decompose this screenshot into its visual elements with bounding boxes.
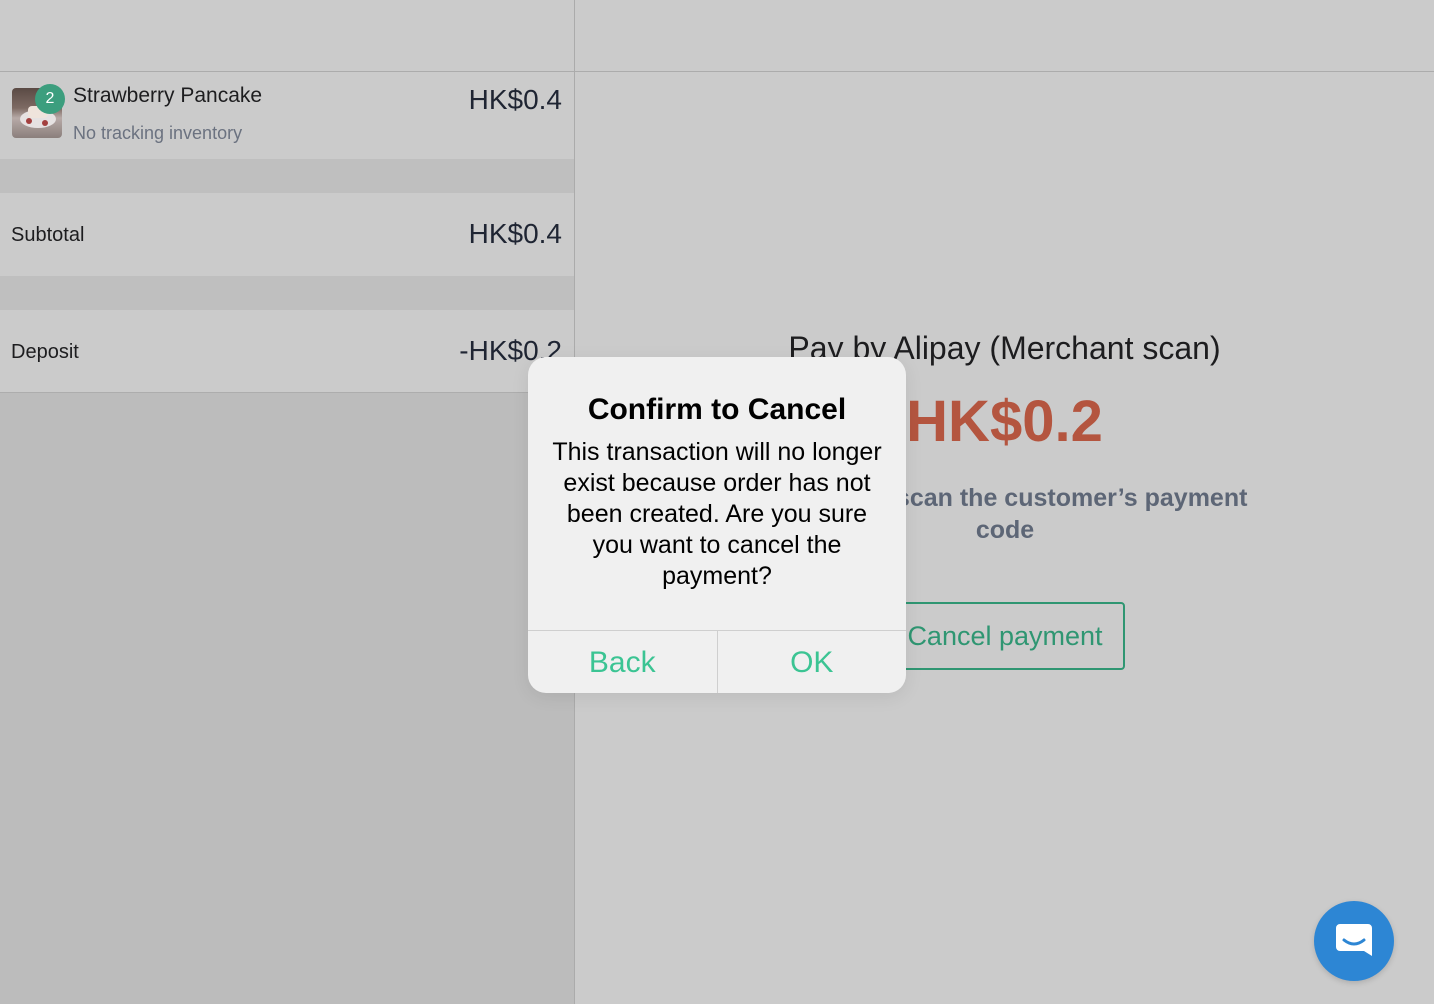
deposit-label: Deposit bbox=[11, 341, 79, 363]
back-button[interactable]: Back bbox=[528, 631, 718, 693]
subtotal-value: HK$0.4 bbox=[468, 218, 562, 249]
order-panel: 2 Strawberry Pancake No tracking invento… bbox=[0, 0, 575, 1004]
order-panel-header bbox=[0, 0, 574, 72]
ok-button[interactable]: OK bbox=[718, 631, 907, 693]
confirm-cancel-dialog: Confirm to Cancel This transaction will … bbox=[528, 357, 906, 693]
deposit-row: Deposit -HK$0.2 bbox=[0, 310, 574, 393]
cart-item[interactable]: 2 Strawberry Pancake No tracking invento… bbox=[0, 72, 574, 159]
payment-panel-header bbox=[575, 0, 1434, 72]
cancel-payment-button[interactable]: Cancel payment bbox=[885, 602, 1125, 670]
section-divider bbox=[0, 159, 574, 193]
item-name: Strawberry Pancake bbox=[73, 84, 263, 107]
dialog-actions: Back OK bbox=[528, 630, 906, 693]
dialog-message: This transaction will no longer exist be… bbox=[552, 438, 882, 590]
item-price: HK$0.4 bbox=[468, 84, 562, 115]
quantity-badge: 2 bbox=[35, 84, 65, 114]
chat-icon bbox=[1336, 924, 1372, 956]
subtotal-label: Subtotal bbox=[11, 224, 85, 246]
dialog-title: Confirm to Cancel bbox=[587, 393, 847, 426]
chat-button[interactable] bbox=[1314, 901, 1394, 981]
item-inventory-note: No tracking inventory bbox=[73, 123, 243, 143]
subtotal-row: Subtotal HK$0.4 bbox=[0, 193, 574, 276]
section-divider bbox=[0, 276, 574, 310]
